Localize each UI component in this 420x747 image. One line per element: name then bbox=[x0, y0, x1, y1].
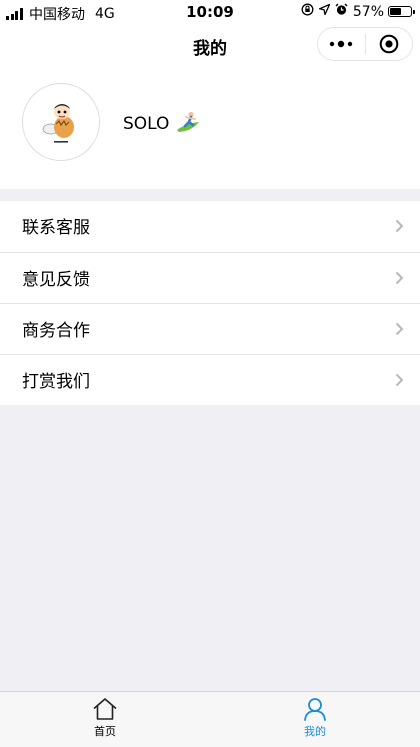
menu-item-tip-us[interactable]: 打赏我们 bbox=[0, 354, 420, 405]
menu-item-label: 打赏我们 bbox=[22, 372, 90, 392]
more-icon bbox=[330, 40, 353, 48]
menu-item-label: 商务合作 bbox=[22, 321, 90, 341]
close-miniprogram-icon bbox=[379, 34, 399, 54]
profile-name: SOLO bbox=[123, 114, 170, 134]
surfer-emoji-icon bbox=[176, 111, 200, 137]
chevron-right-icon bbox=[395, 322, 404, 336]
menu-item-label: 联系客服 bbox=[22, 218, 90, 238]
menu-item-business-cooperation[interactable]: 商务合作 bbox=[0, 303, 420, 354]
tab-profile[interactable]: 我的 bbox=[210, 692, 420, 747]
home-icon bbox=[93, 698, 117, 720]
chevron-right-icon bbox=[395, 219, 404, 233]
cartoon-avatar-icon bbox=[42, 104, 74, 143]
battery-fill bbox=[390, 8, 402, 15]
tab-profile-label: 我的 bbox=[304, 725, 326, 738]
battery-icon bbox=[388, 6, 415, 17]
orientation-lock-icon bbox=[301, 3, 314, 20]
chevron-right-icon bbox=[395, 373, 404, 387]
navigation-bar: 我的 bbox=[0, 24, 420, 68]
menu-list: 联系客服 意见反馈 商务合作 打赏我们 bbox=[0, 201, 420, 405]
menu-item-feedback[interactable]: 意见反馈 bbox=[0, 252, 420, 303]
status-bar: 中国移动 4G 10:09 57% bbox=[0, 0, 420, 24]
alarm-icon bbox=[335, 3, 348, 20]
menu-item-customer-service[interactable]: 联系客服 bbox=[0, 201, 420, 252]
avatar[interactable] bbox=[22, 83, 100, 161]
more-button[interactable] bbox=[318, 28, 365, 60]
profile-header: SOLO bbox=[0, 68, 420, 189]
chevron-right-icon bbox=[395, 271, 404, 285]
status-right: 57% bbox=[296, 3, 415, 20]
profile-name-row: SOLO bbox=[123, 111, 200, 137]
tab-home[interactable]: 首页 bbox=[0, 692, 210, 747]
location-icon bbox=[318, 3, 331, 19]
close-miniprogram-button[interactable] bbox=[366, 28, 413, 60]
miniprogram-capsule bbox=[317, 27, 413, 61]
tab-home-label: 首页 bbox=[94, 725, 116, 738]
user-icon bbox=[304, 698, 326, 721]
battery-percent: 57% bbox=[352, 3, 384, 20]
tab-bar: 首页 我的 bbox=[0, 691, 420, 747]
menu-item-label: 意见反馈 bbox=[22, 270, 90, 290]
